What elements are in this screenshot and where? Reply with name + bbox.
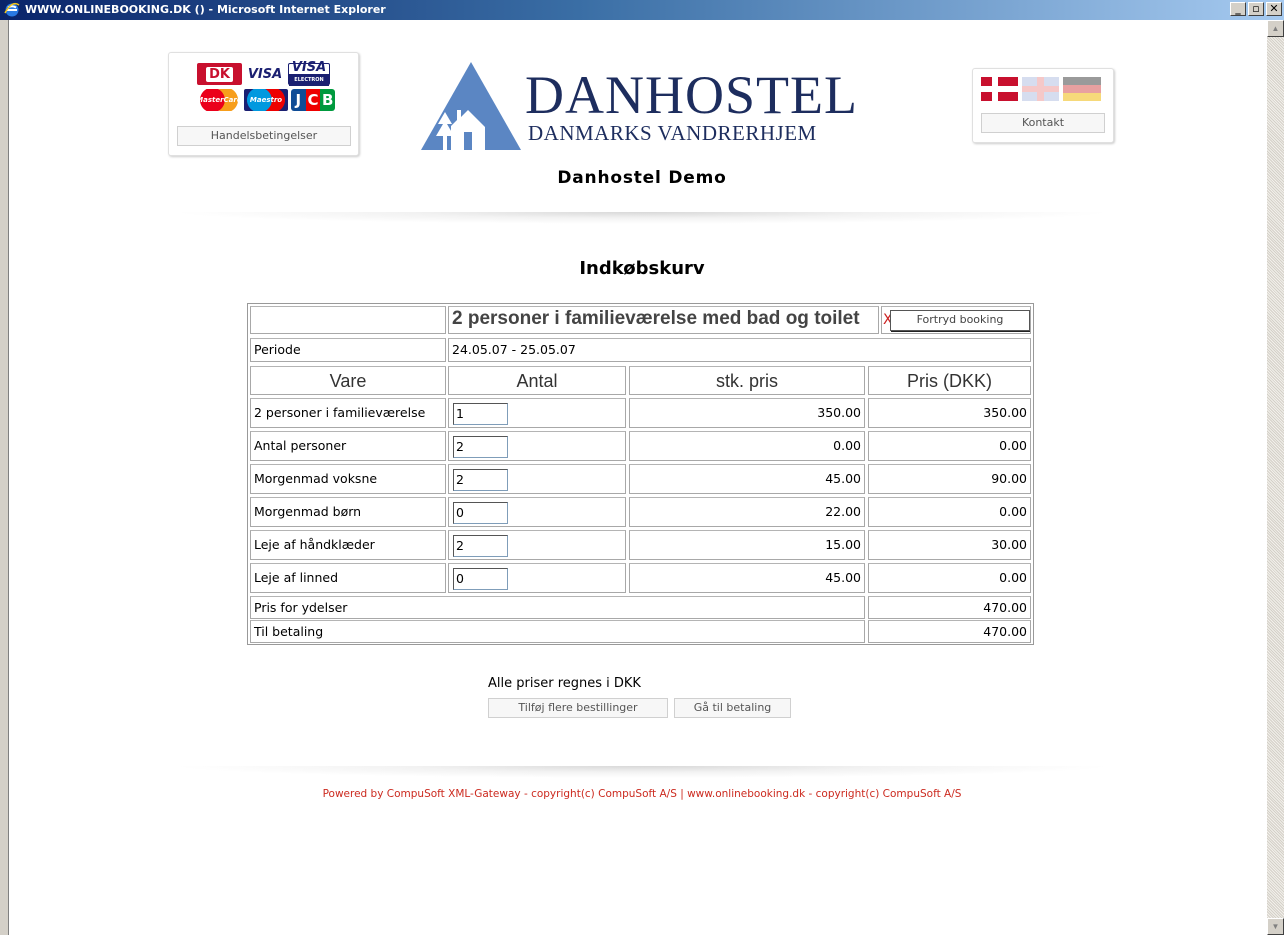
column-header-price: Pris (DKK) bbox=[868, 366, 1031, 395]
quantity-input[interactable]: 2 bbox=[453, 469, 508, 491]
footer-divider bbox=[170, 766, 1115, 778]
logo-name: DANHOSTEL bbox=[525, 65, 858, 125]
quantity-input[interactable]: 2 bbox=[453, 436, 508, 458]
item-name: Morgenmad voksne bbox=[250, 464, 446, 494]
close-button[interactable]: ✕ bbox=[1266, 2, 1282, 16]
danhostel-logo[interactable]: DANHOSTEL DANMARKS VANDRERHJEM bbox=[421, 62, 871, 152]
line-total: 0.00 bbox=[868, 563, 1031, 593]
unit-price: 45.00 bbox=[629, 464, 865, 494]
scroll-up-icon[interactable]: ▲ bbox=[1267, 20, 1284, 37]
period-label: Periode bbox=[250, 338, 446, 362]
quantity-cell: 0 bbox=[448, 497, 626, 527]
quantity-input[interactable]: 1 bbox=[453, 403, 508, 425]
go-to-payment-button[interactable]: Gå til betaling bbox=[674, 698, 791, 718]
language-panel: Kontakt bbox=[972, 68, 1114, 143]
add-more-bookings-button[interactable]: Tilføj flere bestillinger bbox=[488, 698, 668, 718]
internet-explorer-icon bbox=[4, 2, 20, 17]
payment-cards-panel: DK VISA VISA ELECTRON MasterCard Maestro … bbox=[168, 52, 359, 156]
hostel-logo-icon bbox=[421, 62, 521, 150]
item-name: Morgenmad børn bbox=[250, 497, 446, 527]
quantity-cell: 2 bbox=[448, 431, 626, 461]
quantity-input[interactable]: 0 bbox=[453, 502, 508, 524]
footer-copyright[interactable]: Powered by CompuSoft XML-Gateway - copyr… bbox=[0, 788, 1284, 800]
minimize-button[interactable]: _ bbox=[1230, 2, 1246, 16]
cancel-booking-button[interactable]: Fortryd booking bbox=[890, 310, 1030, 331]
maestro-icon: Maestro bbox=[244, 89, 288, 111]
quantity-input[interactable]: 0 bbox=[453, 568, 508, 590]
item-name: Leje af linned bbox=[250, 563, 446, 593]
unit-price: 15.00 bbox=[629, 530, 865, 560]
currency-note: Alle priser regnes i DKK bbox=[488, 676, 641, 691]
uk-flag-icon[interactable] bbox=[1022, 77, 1059, 101]
quantity-cell: 2 bbox=[448, 530, 626, 560]
payment-label: Til betaling bbox=[250, 620, 865, 643]
german-flag-icon[interactable] bbox=[1063, 77, 1101, 101]
period-value: 24.05.07 - 25.05.07 bbox=[448, 338, 1031, 362]
quantity-cell: 2 bbox=[448, 464, 626, 494]
payment-total: 470.00 bbox=[868, 620, 1031, 643]
column-header-quantity: Antal bbox=[448, 366, 626, 395]
scroll-down-icon[interactable]: ▼ bbox=[1267, 918, 1284, 935]
site-name: Danhostel Demo bbox=[557, 168, 727, 188]
page-title: Indkøbskurv bbox=[579, 258, 705, 279]
line-total: 0.00 bbox=[868, 497, 1031, 527]
quantity-input[interactable]: 2 bbox=[453, 535, 508, 557]
terms-button[interactable]: Handelsbetingelser bbox=[177, 126, 351, 146]
line-total: 0.00 bbox=[868, 431, 1031, 461]
unit-price: 45.00 bbox=[629, 563, 865, 593]
jcb-icon: JCB bbox=[291, 89, 336, 111]
basket-table: 2 personer i familieværelse med bad og t… bbox=[247, 303, 1034, 645]
services-total: 470.00 bbox=[868, 596, 1031, 619]
unit-price: 22.00 bbox=[629, 497, 865, 527]
maximize-button[interactable]: ▫ bbox=[1248, 2, 1264, 16]
unit-price: 0.00 bbox=[629, 431, 865, 461]
line-total: 30.00 bbox=[868, 530, 1031, 560]
empty-header-cell bbox=[250, 306, 446, 334]
danish-flag-icon[interactable] bbox=[981, 77, 1018, 101]
services-label: Pris for ydelser bbox=[250, 596, 865, 619]
mastercard-icon: MasterCard bbox=[196, 89, 242, 111]
contact-button[interactable]: Kontakt bbox=[981, 113, 1105, 133]
header-divider bbox=[170, 212, 1115, 224]
quantity-cell: 0 bbox=[448, 563, 626, 593]
cancel-cell: X Fortryd booking bbox=[881, 306, 1031, 334]
item-name: Antal personer bbox=[250, 431, 446, 461]
visa-electron-icon: VISA ELECTRON bbox=[288, 61, 330, 86]
window-title-bar[interactable]: WWW.ONLINEBOOKING.DK () - Microsoft Inte… bbox=[0, 0, 1284, 20]
dankort-icon: DK bbox=[197, 63, 242, 85]
item-name: Leje af håndklæder bbox=[250, 530, 446, 560]
logo-subtitle: DANMARKS VANDRERHJEM bbox=[528, 121, 817, 145]
item-name: 2 personer i familieværelse bbox=[250, 398, 446, 428]
unit-price: 350.00 bbox=[629, 398, 865, 428]
product-title: 2 personer i familieværelse med bad og t… bbox=[448, 306, 879, 334]
column-header-item: Vare bbox=[250, 366, 446, 395]
line-total: 350.00 bbox=[868, 398, 1031, 428]
quantity-cell: 1 bbox=[448, 398, 626, 428]
line-total: 90.00 bbox=[868, 464, 1031, 494]
visa-icon: VISA bbox=[247, 66, 283, 82]
window-title: WWW.ONLINEBOOKING.DK () - Microsoft Inte… bbox=[25, 3, 386, 16]
column-header-unit-price: stk. pris bbox=[629, 366, 865, 395]
